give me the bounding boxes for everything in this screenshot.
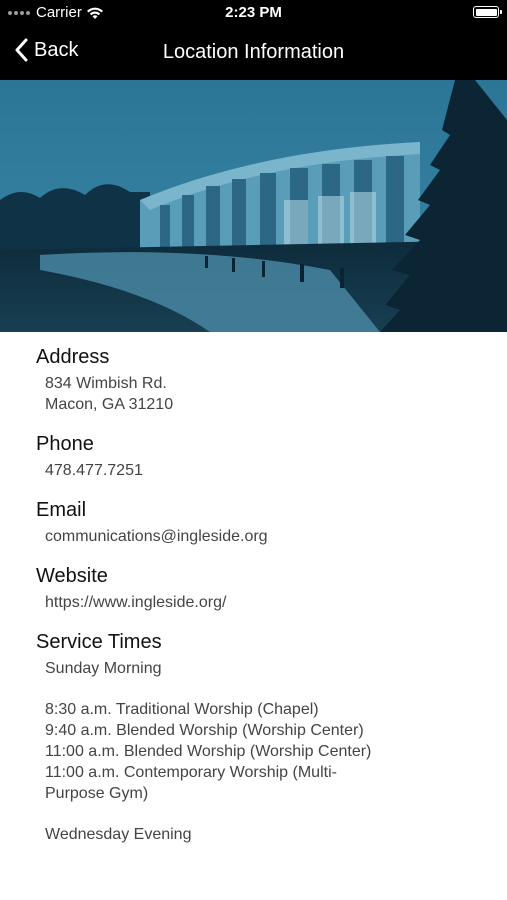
battery-icon [473,6,502,18]
status-bar: Carrier 2:23 PM [0,0,507,26]
phone-number[interactable]: 478.477.7251 [36,460,486,481]
email-address[interactable]: communications@ingleside.org [36,526,486,547]
service-group-wednesday: Wednesday Evening [45,826,192,843]
address-section: Address 834 Wimbish Rd. Macon, GA 31210 [36,346,486,415]
service-times-heading: Service Times [36,631,162,653]
clock: 2:23 PM [225,4,282,21]
address-line-2[interactable]: Macon, GA 31210 [36,394,486,415]
email-heading: Email [36,499,87,521]
address-heading: Address [36,346,110,368]
service-group-sunday: Sunday Morning [45,660,162,677]
phone-heading: Phone [36,433,94,455]
service-time-line: 9:40 a.m. Blended Worship (Worship Cente… [45,722,364,739]
email-section: Email communications@ingleside.org [36,499,486,547]
website-section: Website https://www.ingleside.org/ [36,565,486,613]
location-photo [0,80,507,332]
website-link[interactable]: https://www.ingleside.org/ [36,592,486,613]
phone-section: Phone 478.477.7251 [36,433,486,481]
top-bar: Carrier 2:23 PM Back Location Informatio… [0,0,507,80]
service-time-line: 8:30 a.m. Traditional Worship (Chapel) [45,701,319,718]
location-details: Address 834 Wimbish Rd. Macon, GA 31210 … [36,346,486,863]
navigation-bar: Back Location Information [0,26,507,80]
service-time-line: 11:00 a.m. Blended Worship (Worship Cent… [45,743,372,760]
service-time-line: Purpose Gym) [45,785,149,802]
service-time-line: 11:00 a.m. Contemporary Worship (Multi- [45,764,337,781]
address-line-1[interactable]: 834 Wimbish Rd. [36,373,486,394]
service-times-section: Service Times Sunday Morning 8:30 a.m. T… [36,631,486,845]
website-heading: Website [36,565,108,587]
page-title: Location Information [162,41,345,63]
